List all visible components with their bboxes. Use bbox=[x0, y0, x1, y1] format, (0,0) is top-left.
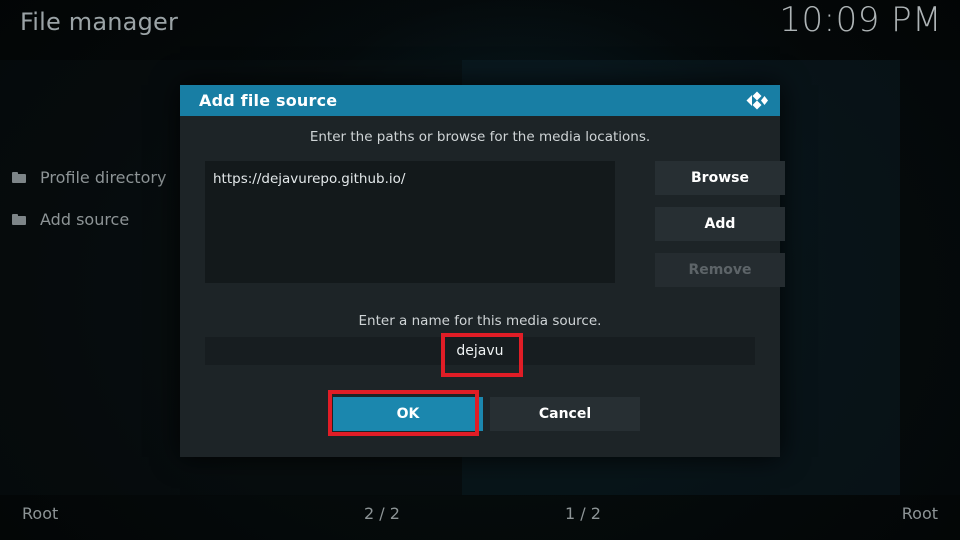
remove-button: Remove bbox=[655, 253, 785, 287]
status-bar: Root 2 / 2 1 / 2 Root bbox=[0, 494, 960, 540]
list-item[interactable]: https://dejavurepo.github.io/ bbox=[205, 161, 615, 187]
page-title: File manager bbox=[20, 8, 179, 36]
status-right-root: Root bbox=[901, 504, 938, 523]
ok-button[interactable]: OK bbox=[333, 397, 483, 431]
kodi-screen: File manager 10:09 PM Profile directory … bbox=[0, 0, 960, 540]
add-button[interactable]: Add bbox=[655, 207, 785, 241]
clock: 10:09 PM bbox=[779, 0, 942, 40]
folder-icon bbox=[12, 213, 26, 225]
sidebar-item-profile-directory[interactable]: Profile directory bbox=[0, 160, 200, 194]
cancel-button[interactable]: Cancel bbox=[490, 397, 640, 431]
browse-button[interactable]: Browse bbox=[655, 161, 785, 195]
sidebar-item-add-source[interactable]: Add source bbox=[0, 202, 200, 236]
sidebar-item-label: Add source bbox=[40, 209, 130, 229]
dialog-title: Add file source bbox=[199, 91, 338, 110]
status-right-count: 1 / 2 bbox=[565, 504, 601, 523]
sidebar-item-label: Profile directory bbox=[40, 167, 167, 187]
add-file-source-dialog: Add file source Enter the paths or brows… bbox=[180, 85, 785, 457]
top-bar: File manager 10:09 PM bbox=[0, 0, 960, 58]
paths-listbox[interactable]: https://dejavurepo.github.io/ bbox=[205, 161, 615, 283]
dialog-title-bar: Add file source bbox=[180, 85, 780, 116]
name-field-label: Enter a name for this media source. bbox=[358, 313, 602, 329]
dialog-subtitle: Enter the paths or browse for the media … bbox=[309, 129, 651, 145]
kodi-logo-icon bbox=[743, 88, 769, 113]
status-left-count: 2 / 2 bbox=[364, 504, 400, 523]
folder-icon bbox=[12, 171, 26, 183]
background-panel-far bbox=[900, 60, 960, 495]
sidebar: Profile directory Add source bbox=[0, 160, 200, 244]
paths-side-buttons: Browse Add Remove bbox=[655, 161, 785, 299]
dialog-actions: OK Cancel bbox=[180, 397, 780, 431]
paths-section: https://dejavurepo.github.io/ Browse Add… bbox=[205, 161, 785, 287]
status-left-root: Root bbox=[22, 504, 59, 523]
source-name-input[interactable]: dejavu bbox=[205, 337, 755, 365]
